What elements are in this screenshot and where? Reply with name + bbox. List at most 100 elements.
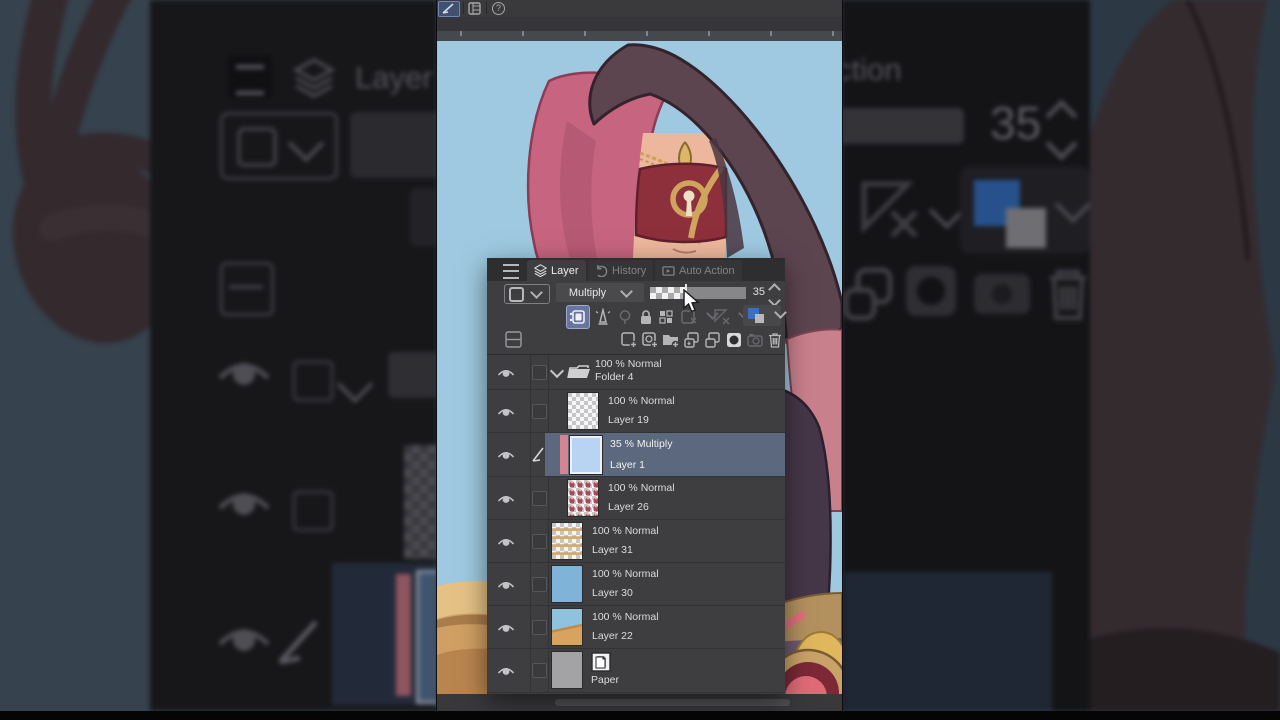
- layer-row-layer-19[interactable]: 100 % Normal Layer 19: [487, 390, 785, 432]
- apply-mask-button[interactable]: [746, 331, 764, 349]
- layer-name[interactable]: Layer 1: [610, 459, 645, 471]
- right-blur-content: ction 35: [842, 0, 1280, 720]
- lock-layer-button[interactable]: [637, 308, 655, 326]
- visibility-eye-icon[interactable]: [497, 448, 515, 461]
- layer-row-folder-4[interactable]: 100 % Normal Folder 4: [487, 355, 785, 389]
- combine-to-lower-layer-button[interactable]: [704, 331, 722, 349]
- blurred-checker-thumbnail: [404, 445, 437, 559]
- layer-checkbox[interactable]: [532, 404, 547, 419]
- layer-info: 35 % Multiply: [610, 438, 673, 450]
- blurred-hood-art: [1090, 0, 1280, 711]
- layer-name[interactable]: Layer 26: [608, 501, 649, 513]
- layer-list: 100 % Normal Folder 4 100 % Normal Layer…: [487, 354, 785, 693]
- layer-thumbnail[interactable]: [567, 479, 599, 517]
- layer-name[interactable]: Layer 31: [592, 544, 633, 556]
- create-layer-mask-button[interactable]: [725, 331, 743, 349]
- layer-checkbox[interactable]: [532, 577, 547, 592]
- layer-panel: Layer History Auto Action Multiply 35 10…: [487, 258, 787, 694]
- layer-checkbox[interactable]: [532, 620, 547, 635]
- tab-layer-label: Layer: [551, 264, 579, 277]
- tab-layer[interactable]: Layer: [527, 260, 586, 281]
- panel-display-toggle-icon[interactable]: [505, 331, 522, 348]
- layer-row-layer-22[interactable]: 100 % Normal Layer 22: [487, 606, 785, 648]
- blurred-canvas-right: [1090, 0, 1280, 711]
- visibility-eye-icon[interactable]: [497, 492, 515, 505]
- ruler-button[interactable]: [713, 308, 731, 326]
- opacity-spinner[interactable]: [768, 283, 781, 307]
- draft-layer-button[interactable]: [616, 308, 634, 326]
- editing-pencil-icon: [532, 447, 544, 462]
- layer-checkbox[interactable]: [532, 534, 547, 549]
- blurred-mask-icon: [906, 266, 956, 316]
- new-tone-layer-button[interactable]: [641, 331, 659, 349]
- tab-history-label: History: [612, 264, 647, 277]
- ruler-ticks: [437, 31, 842, 36]
- layer-thumbnail[interactable]: [567, 392, 599, 430]
- layer-color-button[interactable]: [743, 305, 787, 326]
- transfer-to-lower-layer-button[interactable]: [683, 331, 701, 349]
- layer-info: 100 % Normal: [595, 358, 662, 370]
- layer-thumbnail[interactable]: [551, 565, 583, 603]
- layer-row-layer-26[interactable]: 100 % Normal Layer 26: [487, 477, 785, 519]
- layer-checkbox[interactable]: [532, 365, 547, 380]
- blurred-menu-button: [228, 55, 272, 99]
- layer-thumbnail[interactable]: [569, 435, 603, 475]
- visibility-eye-icon[interactable]: [497, 366, 515, 379]
- blurred-eye-icon: [218, 629, 270, 651]
- visibility-eye-icon[interactable]: [497, 664, 515, 677]
- layer-row-layer-31[interactable]: 100 % Normal Layer 31: [487, 520, 785, 562]
- tab-auto-action[interactable]: Auto Action: [655, 260, 742, 281]
- mouse-cursor: [683, 289, 700, 313]
- layer-row-layer-30[interactable]: 100 % Normal Layer 30: [487, 563, 785, 605]
- new-layer-button[interactable]: [620, 331, 638, 349]
- delete-layer-button[interactable]: [767, 331, 783, 349]
- tab-history[interactable]: History: [588, 260, 654, 281]
- blurred-slider: [410, 188, 437, 246]
- layer-name[interactable]: Paper: [591, 674, 619, 686]
- layer-row-layer-1-selected[interactable]: 35 % Multiply Layer 1: [487, 433, 785, 476]
- panel-layout-button[interactable]: [468, 2, 481, 15]
- blurred-selected-thumbnail: [416, 570, 437, 704]
- folder-expand-chevron[interactable]: [549, 363, 565, 379]
- layer-checkbox[interactable]: [532, 491, 547, 506]
- layer-thumbnail[interactable]: [551, 608, 583, 646]
- left-blur-content: Layer: [0, 0, 437, 720]
- layer-thumbnail[interactable]: [551, 651, 583, 689]
- blurred-checkbox: [292, 490, 334, 532]
- visibility-eye-icon[interactable]: [497, 578, 515, 591]
- layer-row-paper[interactable]: Paper: [487, 649, 785, 692]
- blurred-combine-icon: [843, 267, 893, 321]
- left-blur-strip: Layer: [0, 0, 437, 720]
- help-button[interactable]: ?: [492, 2, 505, 15]
- layer-info: 100 % Normal: [608, 482, 675, 494]
- blurred-layer-panel: Layer: [150, 0, 437, 711]
- visibility-eye-icon[interactable]: [497, 405, 515, 418]
- blurred-eye-icon: [218, 363, 270, 385]
- square-shape-icon: [509, 286, 524, 302]
- opacity-value[interactable]: 35: [743, 286, 765, 298]
- clip-to-layer-below-button[interactable]: [566, 305, 590, 329]
- layer-thumbnail[interactable]: [551, 522, 583, 560]
- lock-transparent-pixels-button[interactable]: [657, 308, 675, 326]
- thumbnail-shape-dropdown[interactable]: [504, 284, 550, 304]
- layer-name[interactable]: Layer 19: [608, 414, 649, 426]
- visibility-eye-icon[interactable]: [497, 621, 515, 634]
- layer-name[interactable]: Layer 30: [592, 587, 633, 599]
- new-folder-button[interactable]: [662, 331, 680, 349]
- blend-mode-dropdown[interactable]: Multiply: [556, 283, 644, 302]
- horizontal-scrollbar-track[interactable]: [437, 694, 842, 711]
- right-blur-strip: ction 35: [842, 0, 1280, 720]
- layer-palette-color-tag[interactable]: [560, 435, 568, 474]
- panel-menu-icon[interactable]: [503, 264, 519, 279]
- horizontal-scrollbar-thumb[interactable]: [555, 699, 790, 706]
- blurred-spinner: [1045, 99, 1078, 161]
- layer-name[interactable]: Folder 4: [595, 371, 634, 383]
- blurred-selected-row: [844, 572, 1052, 711]
- pen-tool-button[interactable]: [438, 1, 460, 17]
- visibility-eye-icon[interactable]: [497, 535, 515, 548]
- layer-checkbox[interactable]: [532, 663, 547, 678]
- panel-tab-bar: Layer History Auto Action: [487, 258, 785, 281]
- reference-layer-button[interactable]: [594, 308, 612, 326]
- layer-name[interactable]: Layer 22: [592, 630, 633, 642]
- layer-info: 100 % Normal: [592, 611, 659, 623]
